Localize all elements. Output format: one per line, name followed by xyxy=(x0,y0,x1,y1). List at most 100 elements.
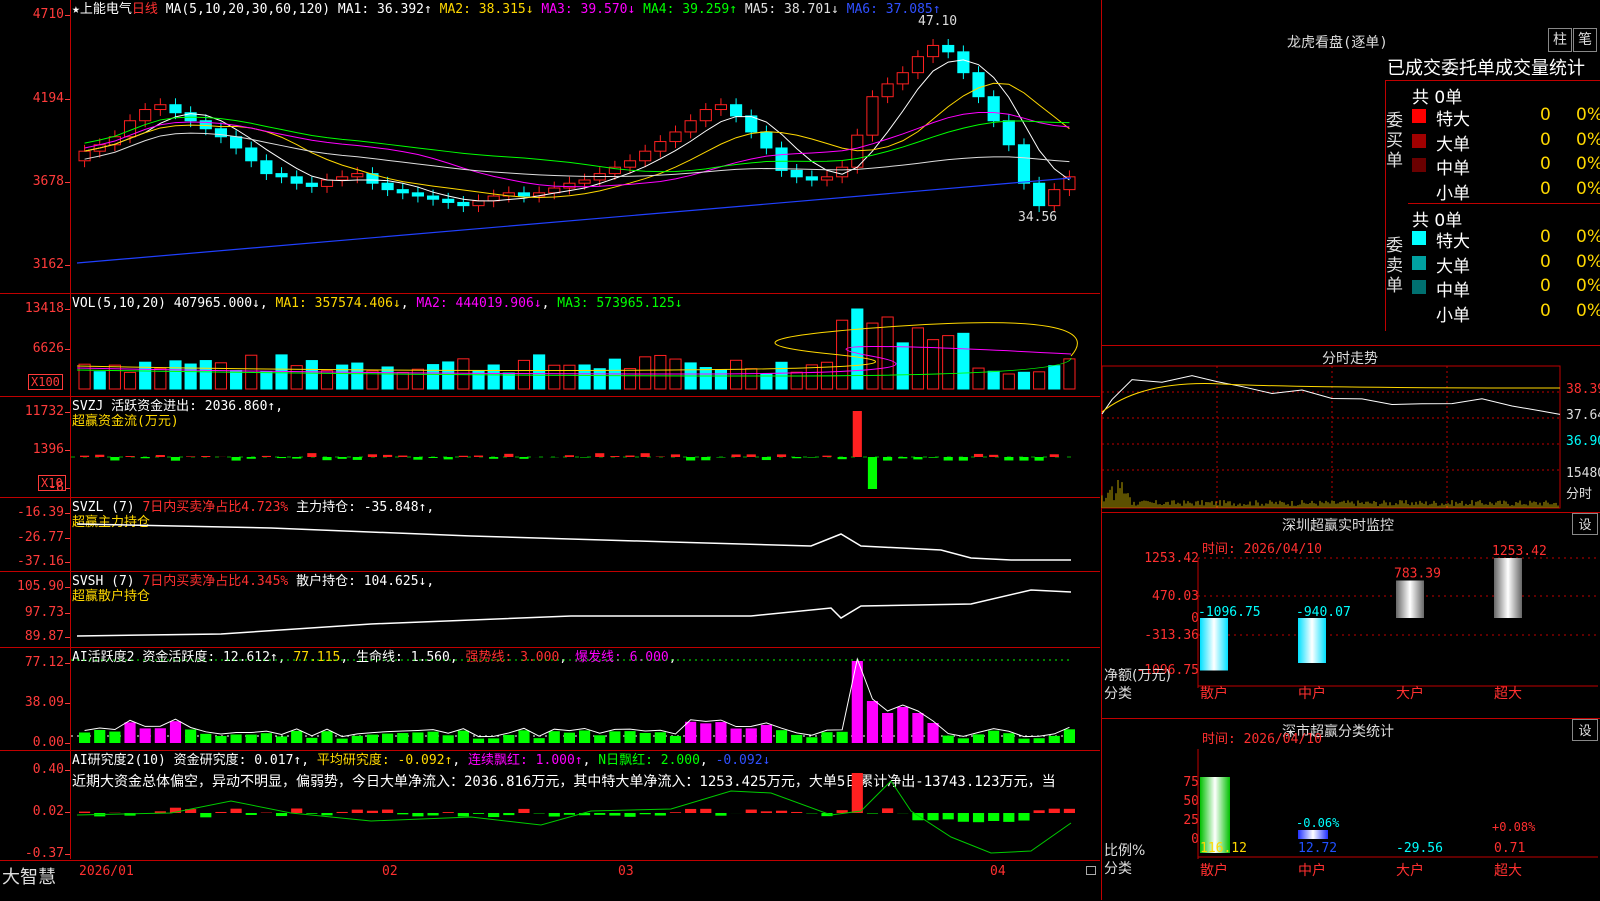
intraday-panel[interactable]: 分时走势 38.39 37.64 36.90 15480 分时 xyxy=(1101,346,1600,513)
volume-bar xyxy=(140,362,151,389)
candle xyxy=(973,73,984,97)
research-bar xyxy=(882,808,893,813)
svzj-bar xyxy=(1019,457,1028,461)
monitor-panel[interactable]: 深圳超赢实时监控 设 时间: 2026/04/10 1253.42470.030… xyxy=(1101,513,1600,719)
volume-panel[interactable]: 13418 6626 X100 VOL(5,10,20) 407965.000↓… xyxy=(0,294,1100,397)
classify-value: -29.56 xyxy=(1396,841,1443,856)
activity-bar xyxy=(473,739,484,743)
sell-row-pct: 0% xyxy=(1576,227,1600,247)
svzj-bar xyxy=(292,457,301,459)
svzj-bar xyxy=(595,453,604,457)
volume-bar xyxy=(564,365,575,389)
pen-view-button[interactable]: 笔 xyxy=(1573,28,1597,52)
svsh-line xyxy=(77,590,1071,636)
activity-bar xyxy=(231,734,242,743)
activity-bar xyxy=(655,732,666,743)
candlestick-chart[interactable] xyxy=(71,0,1100,293)
candle xyxy=(291,177,302,183)
intraday-price: 36.90 xyxy=(1566,434,1600,449)
svzj-bar xyxy=(959,457,968,461)
activity-bar xyxy=(306,738,317,743)
svzl-panel[interactable]: -16.39 -26.77 -37.16 SVZL (7) 7日内买卖净占比4.… xyxy=(0,498,1100,572)
volume-bar xyxy=(412,369,423,389)
lhb-panel[interactable]: 龙虎看盘(逐单) 柱 笔 已成交委托单成交量统计 委买单 共 0单 特大00%大… xyxy=(1101,0,1600,346)
activity-bar xyxy=(564,733,575,743)
classify-tick: 25 xyxy=(1183,813,1199,828)
ai-research-panel[interactable]: 0.40 0.02 -0.37 AI研究度2(10) 资金研究度: 0.017↑… xyxy=(0,751,1100,859)
lock-icon[interactable] xyxy=(1086,866,1096,875)
svzj-panel[interactable]: 11732 1396 -8 X10 SVZJ 活跃资金进出: 2036.860↑… xyxy=(0,397,1100,498)
svzj-bar xyxy=(868,457,877,489)
research-bar xyxy=(776,811,787,813)
candle xyxy=(655,142,666,152)
svzj-bar xyxy=(383,455,392,457)
svzj-bar xyxy=(1004,457,1013,460)
research-bar xyxy=(518,809,529,813)
svzj-bar xyxy=(428,457,437,458)
activity-bar xyxy=(518,730,529,743)
activity-bar xyxy=(109,732,120,743)
activity-bar xyxy=(882,713,893,743)
ai-activity-chart xyxy=(71,648,1100,750)
volume-bar xyxy=(806,365,817,389)
classify-bar xyxy=(1298,830,1328,839)
high-price-label: 47.10 xyxy=(918,14,957,29)
activity-bar xyxy=(1003,733,1014,743)
color-swatch xyxy=(1412,183,1426,197)
activity-bar xyxy=(321,731,332,743)
volume-bar xyxy=(94,372,105,389)
ai-activity-panel[interactable]: 77.12 38.09 0.00 AI活跃度2 资金活跃度: 12.612↑, … xyxy=(0,648,1100,751)
buy-row-pct: 0% xyxy=(1576,179,1600,199)
activity-bar xyxy=(291,731,302,743)
activity-bar xyxy=(443,735,454,743)
activity-bar xyxy=(837,732,848,743)
volume-bar xyxy=(731,360,742,389)
classify-ylabel: 比例% xyxy=(1104,840,1145,860)
classify-panel[interactable]: 深市超赢分类统计 设 时间: 2026/04/10 7550250 比例% 分类… xyxy=(1101,719,1600,900)
svsh-tick: 105.90 xyxy=(17,580,64,594)
lhb-subtitle: 已成交委托单成交量统计 xyxy=(1387,54,1585,80)
research-bar xyxy=(473,813,484,814)
buy-row: 大单00% xyxy=(1410,130,1600,152)
activity-bar xyxy=(458,731,469,743)
ai1-y-axis: 77.12 38.09 0.00 xyxy=(0,648,71,750)
sell-row-pct: 0% xyxy=(1576,252,1600,272)
candle xyxy=(352,174,363,177)
svzj-tick: 11732 xyxy=(25,405,64,419)
svzj-bar xyxy=(504,454,513,457)
research-bar xyxy=(503,813,514,815)
buy-row-label: 小单 xyxy=(1436,179,1470,204)
volume-bar xyxy=(534,355,545,389)
candle xyxy=(821,177,832,180)
candle xyxy=(276,174,287,177)
candle xyxy=(761,132,772,148)
ai2-y-axis: 0.40 0.02 -0.37 xyxy=(0,751,71,859)
ai1-tick: 77.12 xyxy=(25,656,64,670)
activity-bar xyxy=(1018,739,1029,743)
activity-bar xyxy=(852,661,863,743)
bar-view-button[interactable]: 柱 xyxy=(1548,28,1572,52)
monitor-settings-button[interactable]: 设 xyxy=(1572,513,1598,535)
activity-bar xyxy=(261,733,272,743)
ai2-tick: 0.02 xyxy=(33,805,64,819)
activity-bar xyxy=(488,738,499,743)
price-panel[interactable]: 4710 4194 3678 3162 ★上能电气日线 MA(5,10,20,3… xyxy=(0,0,1100,294)
svzj-bar xyxy=(519,457,528,459)
svsh-panel[interactable]: 105.90 97.73 89.87 SVSH (7) 7日内买卖净占比4.34… xyxy=(0,572,1100,648)
activity-bar xyxy=(988,731,999,743)
intraday-chart[interactable] xyxy=(1102,366,1562,510)
classify-tick: 75 xyxy=(1183,775,1199,790)
classify-settings-button[interactable]: 设 xyxy=(1572,719,1598,741)
svzl-y-axis: -16.39 -26.77 -37.16 xyxy=(0,498,71,571)
sell-label: 委卖单 xyxy=(1386,236,1408,296)
candle xyxy=(306,183,317,186)
color-swatch xyxy=(1412,109,1426,123)
research-bar xyxy=(246,813,257,815)
sell-row-label: 大单 xyxy=(1436,252,1470,277)
svzj-chart xyxy=(71,397,1100,497)
svzj-bar xyxy=(232,457,241,461)
activity-bar xyxy=(382,734,393,743)
candle xyxy=(246,148,257,161)
research-bar xyxy=(1049,809,1060,813)
research-bar xyxy=(200,813,211,817)
